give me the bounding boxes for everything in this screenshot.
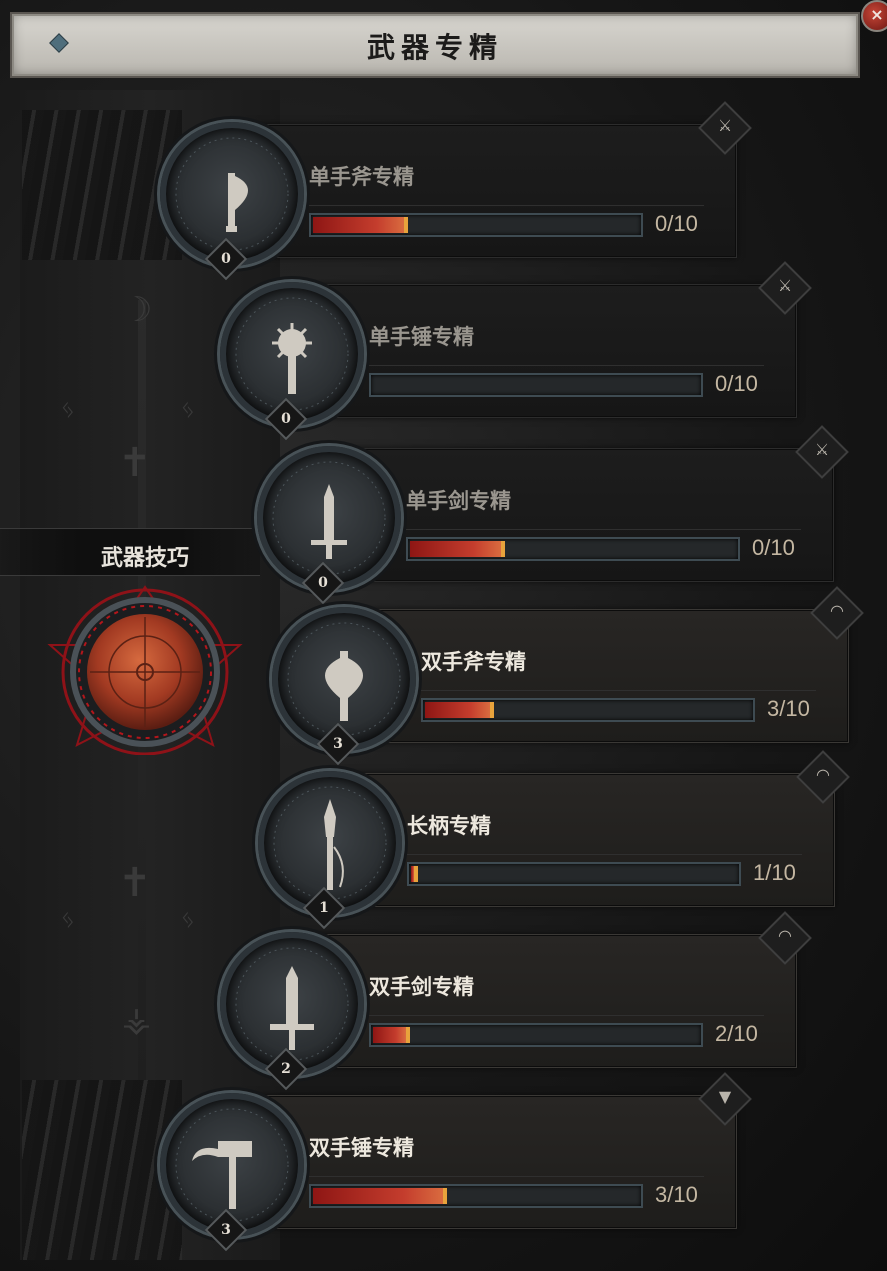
crossed-axes-icon: ⚔ [814, 440, 830, 459]
weapon-mastery-screen: 武器专精 × ☽ ᛃ ᛃ ✝ ✝ ᛃ ᛃ ⚶ 武器技巧 ⚔ 单手斧专精 0/10 0 ⚔… [0, 0, 887, 1271]
points-value: 0 [318, 575, 328, 591]
cross-rune-icon: ✝ [118, 860, 152, 906]
mastery-progress-bar [421, 698, 755, 722]
points-value: 2 [281, 1061, 291, 1077]
mastery-panel[interactable]: ▼ 双手锤专精 3/10 [230, 1072, 752, 1229]
two-handed-hammer-icon [175, 1108, 289, 1222]
rank-label: 0/10 [715, 371, 758, 396]
mastery-name: 双手剑专精 [369, 974, 474, 999]
mastery-name: 长柄专精 [407, 813, 491, 838]
crossed-axes-icon: ⚔ [717, 116, 733, 135]
divider [369, 1015, 764, 1016]
rank-label: 1/10 [753, 860, 796, 885]
one-handed-mace-icon [235, 297, 349, 411]
points-value: 1 [319, 900, 329, 916]
rune-icon: ᛃ [60, 395, 76, 425]
mastery-panel[interactable]: ⚔ 单手剑专精 0/10 [327, 425, 849, 582]
weapon-technique-orb[interactable] [45, 585, 245, 755]
mastery-progress-bar [369, 1023, 703, 1047]
mastery-progress-bar [309, 1184, 643, 1208]
progress-fill [313, 217, 408, 233]
progress-fill [313, 1188, 447, 1204]
crossed-axes-icon: ⚔ [777, 276, 793, 295]
mastery-name: 单手斧专精 [309, 164, 414, 189]
mastery-name: 双手斧专精 [421, 649, 526, 674]
points-value: 3 [221, 1222, 231, 1238]
mastery-name: 单手锤专精 [369, 324, 474, 349]
technique-label: 武器技巧 [100, 545, 189, 571]
mastery-progress-bar [407, 862, 741, 886]
divider [369, 365, 764, 366]
points-value: 0 [221, 251, 231, 267]
signal-icon: ◠ [778, 926, 792, 945]
signal-icon: ◠ [816, 765, 830, 784]
rune-icon: ᛃ [180, 395, 196, 425]
one-handed-sword-icon [272, 461, 386, 575]
mastery-name: 单手剑专精 [406, 488, 511, 513]
divider [309, 1176, 704, 1177]
mastery-panel[interactable]: ◠ 长柄专精 1/10 [328, 750, 850, 907]
two-handed-sword-icon [235, 947, 349, 1061]
points-value: 0 [281, 411, 291, 427]
progress-fill [425, 702, 494, 718]
mastery-progress-bar [406, 537, 740, 561]
mastery-panel[interactable]: ◠ 双手斧专精 3/10 [342, 586, 864, 743]
progress-fill [411, 866, 418, 882]
progress-fill [410, 541, 505, 557]
title-bar: 武器专精 [10, 12, 860, 78]
two-handed-axe-icon [287, 622, 401, 736]
rune-icon: ᛃ [180, 905, 196, 935]
mastery-progress-bar [369, 373, 703, 397]
progress-fill [373, 1027, 410, 1043]
rank-label: 0/10 [655, 211, 698, 236]
page-title: 武器专精 [366, 31, 503, 64]
points-value: 3 [333, 736, 343, 752]
one-handed-axe-icon [175, 137, 289, 251]
close-button[interactable]: × [861, 0, 887, 32]
carved-decoration-top [22, 110, 182, 260]
rank-label: 2/10 [715, 1021, 758, 1046]
moon-rune-icon: ☽ [122, 290, 153, 330]
mastery-panel[interactable]: ◠ 双手剑专精 2/10 [290, 911, 812, 1068]
divider [421, 690, 816, 691]
rune-icon: ⚶ [122, 1000, 151, 1040]
divider [406, 529, 801, 530]
mastery-progress-bar [309, 213, 643, 237]
mastery-panel[interactable]: ⚔ 单手锤专精 0/10 [290, 261, 812, 418]
rune-icon: ᛃ [60, 905, 76, 935]
anvil-icon: ▼ [718, 1087, 732, 1106]
divider [309, 205, 704, 206]
divider [407, 854, 802, 855]
rank-label: 3/10 [767, 696, 810, 721]
mastery-name: 双手锤专精 [309, 1135, 414, 1160]
carved-decoration-bottom [22, 1080, 182, 1260]
polearm-icon [273, 786, 387, 900]
rank-label: 0/10 [752, 535, 795, 560]
rank-label: 3/10 [655, 1182, 698, 1207]
cross-rune-icon: ✝ [118, 440, 152, 486]
signal-icon: ◠ [830, 601, 844, 620]
mastery-panel[interactable]: ⚔ 单手斧专精 0/10 [230, 101, 752, 258]
